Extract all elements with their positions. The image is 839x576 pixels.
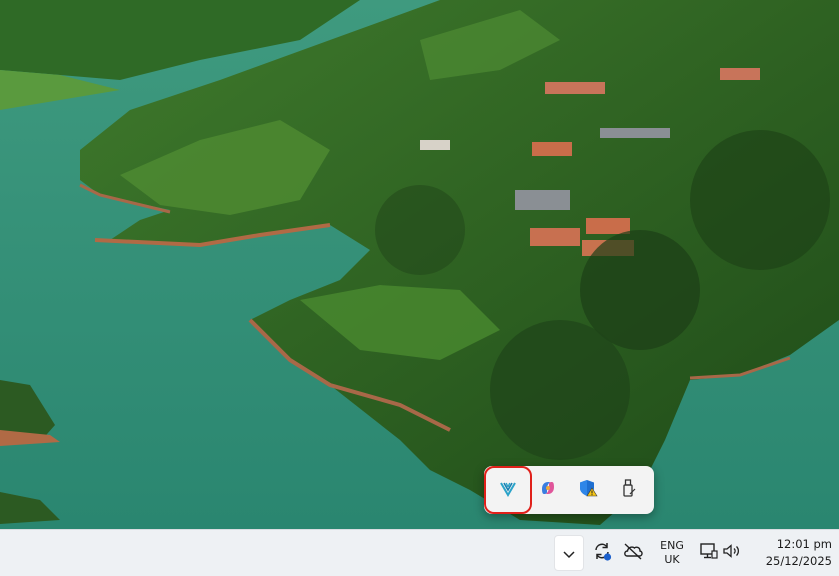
tray-icon-windows-security[interactable]: [570, 472, 606, 508]
clock-time: 12:01 pm: [776, 537, 832, 551]
clock-date: 25/12/2025: [765, 554, 832, 568]
taskbar: ENG UK 12:01 pm 25/12/2025: [0, 529, 839, 576]
sync-icon: [591, 540, 613, 566]
onedrive-button[interactable]: [618, 538, 648, 568]
onedrive-offline-icon: [622, 542, 644, 564]
vpn-app-icon: [498, 478, 518, 502]
clock-button[interactable]: 12:01 pm 25/12/2025: [748, 536, 832, 570]
language-code: ENG: [660, 539, 684, 552]
sync-status-button[interactable]: [588, 538, 616, 568]
copilot-icon: [538, 478, 558, 502]
volume-button[interactable]: [721, 538, 743, 568]
tray-icon-copilot[interactable]: [530, 472, 566, 508]
input-language-indicator[interactable]: ENG UK: [652, 537, 692, 569]
chevron-down-icon: [562, 544, 576, 563]
show-hidden-icons-button[interactable]: [554, 535, 584, 571]
tray-icon-safely-remove-hardware[interactable]: [610, 472, 646, 508]
network-ethernet-icon: [699, 542, 719, 564]
hidden-icons-flyout: [484, 466, 654, 514]
desktop-wallpaper: [0, 0, 839, 529]
usb-drive-icon: [618, 478, 638, 502]
tray-icon-vpn[interactable]: [484, 466, 532, 514]
windows-security-warning-icon: [578, 478, 598, 502]
speaker-icon: [722, 542, 742, 564]
network-button[interactable]: [698, 538, 720, 568]
keyboard-layout: UK: [664, 553, 680, 566]
